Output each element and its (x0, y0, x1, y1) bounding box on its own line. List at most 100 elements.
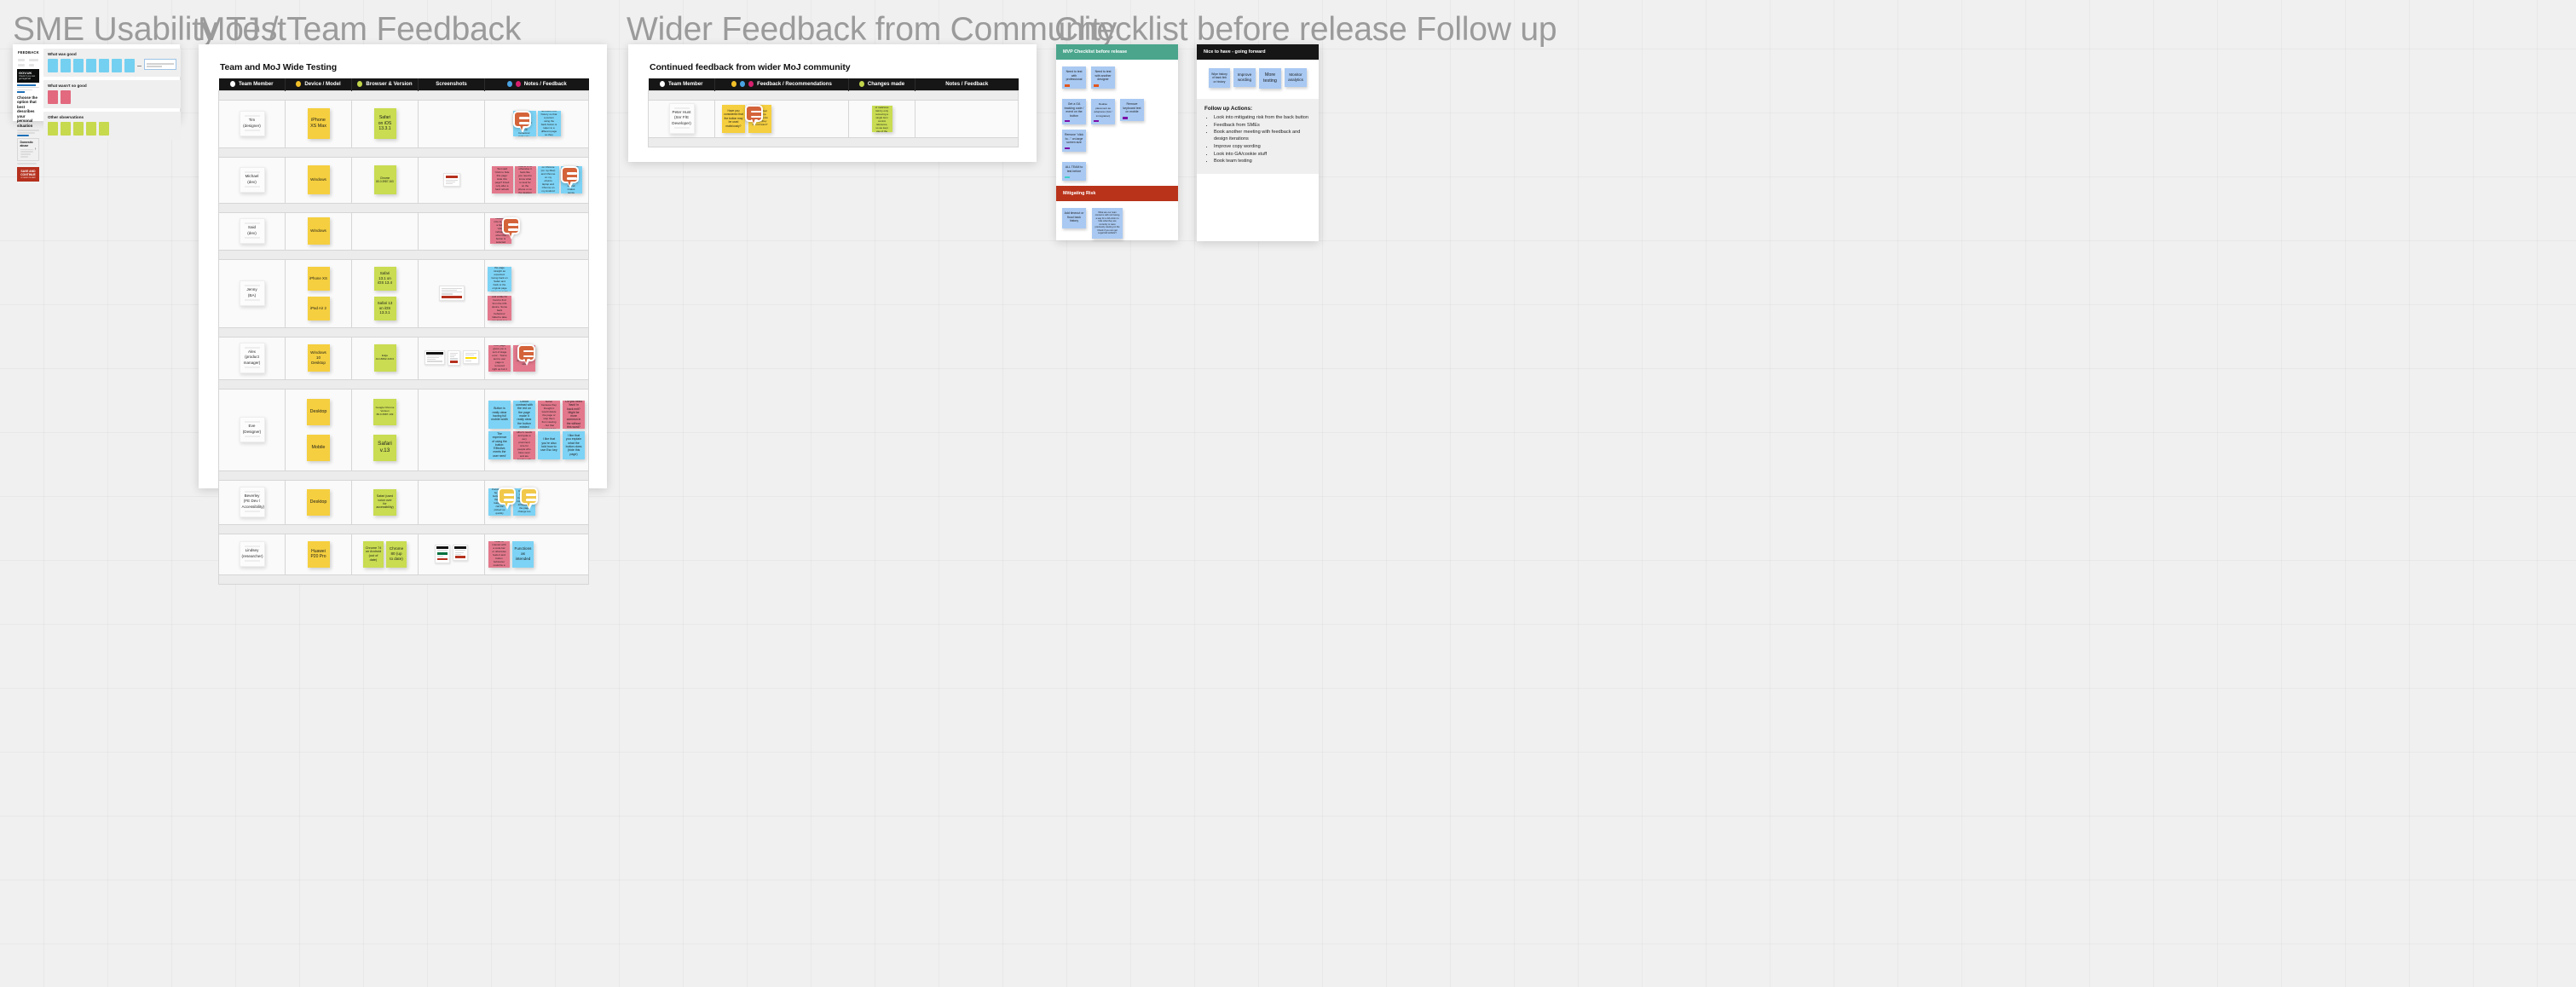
member-card[interactable]: Jenny (BA) (239, 280, 265, 307)
sticky-note[interactable]: iPhone XS/Safari took the page straight … (488, 266, 511, 291)
table-row[interactable]: Eve (Designer) Desktop Mobile Google Chr… (218, 388, 589, 471)
sticky-note[interactable]: Safari (used voice over for accessibilit… (373, 488, 396, 516)
sticky-note[interactable] (60, 122, 71, 136)
mitigating-risk-items[interactable]: Add timeout or flood back history What a… (1056, 201, 1178, 245)
cell-member[interactable]: Alex (product manager) (218, 336, 286, 380)
board-canvas[interactable]: SME Usability Test MoJ / Team Feedback W… (0, 0, 2576, 987)
sticky-note[interactable]: iPad Air 2 (307, 296, 330, 320)
sticky-note[interactable] (47, 90, 58, 104)
member-card[interactable]: Said (dev) (239, 217, 265, 245)
sticky-note[interactable]: Chrome 80 (up to date) (386, 540, 407, 568)
screenshot-thumb[interactable] (453, 545, 468, 562)
risk-sticky[interactable]: What are our main concerns with not havi… (1092, 207, 1123, 239)
cell-screenshots[interactable] (418, 336, 485, 380)
gov-save-button[interactable]: SAVE AND CONTINUE or return to start (17, 166, 39, 182)
sticky-note[interactable]: Hesitation that users were afraid to hit… (538, 400, 560, 429)
cell-notes[interactable]: Focus should be on the button when the p… (484, 479, 589, 525)
cell-member[interactable]: Peter Hunt (Snr F/E Developer) (648, 99, 715, 138)
comment-bubble-icon[interactable] (561, 166, 579, 188)
col-notes-feedback[interactable]: Notes / Feedback (915, 78, 1019, 90)
sme-note-strip[interactable] (47, 90, 176, 104)
nice-sticky[interactable]: Wipe history of back link or history (1209, 68, 1230, 89)
col-changes-made[interactable]: Changes made (848, 78, 915, 90)
sticky-note[interactable]: Button is really clear having full mobil… (488, 400, 511, 429)
member-card[interactable]: Eve (Designer) (239, 416, 265, 443)
cell-member[interactable]: Michael (dev) (218, 156, 286, 204)
cell-screenshots[interactable] (418, 99, 485, 148)
cell-device[interactable]: Desktop (285, 479, 352, 525)
cell-screenshots[interactable] (418, 156, 485, 204)
cell-member[interactable]: Jenny (BA) (218, 258, 286, 328)
cell-member[interactable]: Said (dev) (218, 211, 286, 251)
cell-browser[interactable]: Safari 13.1 on iOS 13.4 Safari 13 on iOS… (351, 258, 419, 328)
mvp-checklist-items[interactable]: Need to test with professional Need to t… (1056, 60, 1178, 186)
comment-bubble-icon[interactable] (745, 104, 763, 126)
cell-screenshots[interactable] (418, 211, 485, 251)
cell-member[interactable]: Eve (Designer) (218, 388, 286, 471)
sticky-note[interactable]: In this case by needs of other's needs a… (513, 430, 535, 459)
checklist-sticky[interactable]: Remove "click to..." on large screen siz… (1062, 129, 1086, 152)
sticky-note[interactable] (60, 59, 71, 72)
moj-testing-table[interactable]: Team Member Device / Model Browser & Ver… (218, 78, 589, 585)
member-card[interactable]: Alex (product manager) (239, 342, 265, 374)
sticky-note[interactable] (60, 90, 71, 104)
sticky-note[interactable]: Windows (307, 165, 330, 194)
sticky-note[interactable]: We lowered the amount of malicious risk … (871, 105, 892, 132)
cell-device[interactable]: iPhone XS Max (285, 99, 352, 148)
wider-table-body[interactable]: Peter Hunt (Snr F/E Developer) Have you … (648, 89, 1019, 147)
col-feedback-recommendations[interactable]: Feedback / Recommendations (714, 78, 849, 90)
sticky-note[interactable] (47, 122, 58, 136)
cell-browser[interactable]: Safari on iOS 13.3.1 (351, 99, 419, 148)
table-row[interactable]: Beverley (FE Dev / Accessibility) Deskto… (218, 479, 589, 525)
col-browser-version[interactable]: Browser & Version (351, 78, 419, 90)
sticky-note[interactable]: iPhone XS Max (307, 108, 330, 139)
col-team-member[interactable]: Team Member (218, 78, 286, 90)
table-row[interactable]: Said (dev) Windows Would be nice to have… (218, 211, 589, 251)
nice-to-have-card[interactable]: Nice to have - going forward Wipe histor… (1197, 44, 1319, 241)
screenshot-thumb[interactable] (435, 545, 450, 563)
cell-member[interactable]: Beverley (FE Dev / Accessibility) (218, 479, 286, 525)
checklist-sticky[interactable]: Need to test with professional (1062, 66, 1086, 89)
cell-screenshots[interactable] (418, 258, 485, 328)
screenshot-thumb[interactable] (424, 349, 445, 365)
cell-screenshots[interactable] (418, 479, 485, 525)
table-row[interactable]: Tim (designer) iPhone XS Max Safari on i… (218, 99, 589, 148)
member-card[interactable]: Tim (designer) (239, 110, 265, 137)
checklist-sticky[interactable]: Get a GA tracking code / event on the bu… (1062, 99, 1086, 124)
member-card[interactable]: Peter Hunt (Snr F/E Developer) (668, 102, 695, 135)
moj-team-feedback-card[interactable]: Team and MoJ Wide Testing Team Member De… (199, 44, 607, 585)
nice-sticky[interactable]: Monitor analytics (1285, 68, 1307, 87)
cell-browser[interactable]: Chrome 80.0.3987.163 (351, 156, 419, 204)
checklist-sticky[interactable]: Realise placement as adoptures (GA / imm… (1091, 99, 1115, 124)
cell-device[interactable]: Windows (285, 211, 352, 251)
cell-notes[interactable]: Would be nice to have a better visual in… (484, 211, 589, 251)
screenshot-thumb[interactable] (462, 349, 479, 364)
sticky-note[interactable]: Windows 10 Desktop (307, 344, 330, 372)
nice-to-have-notes[interactable]: Wipe history of back link or history Imp… (1197, 60, 1319, 99)
col-team-member[interactable]: Team Member (648, 78, 715, 90)
table-row[interactable]: Michael (dev) Windows Chrome 80.0.3987.1… (218, 156, 589, 204)
cell-device[interactable]: Huawei P20 Pro (285, 533, 352, 575)
cell-browser[interactable] (351, 211, 419, 251)
screenshot-thumb[interactable] (447, 349, 460, 367)
sticky-note[interactable]: Does still need to interact with a code … (488, 540, 510, 568)
sticky-note[interactable]: Huawei P20 Pro (307, 540, 330, 568)
sticky-note[interactable]: Desktop (307, 488, 330, 516)
member-card[interactable]: Lindsey (researcher) (239, 540, 265, 568)
nice-sticky[interactable]: Improve wording (1233, 68, 1256, 87)
sticky-note[interactable] (98, 122, 109, 136)
cell-notes[interactable] (915, 99, 1019, 138)
risk-sticky[interactable]: Add timeout or flood back history (1062, 207, 1086, 228)
sticky-note[interactable] (111, 59, 122, 72)
table-row[interactable]: Peter Hunt (Snr F/E Developer) Have you … (648, 99, 1019, 138)
wider-community-card[interactable]: Continued feedback from wider MoJ commun… (628, 44, 1037, 162)
cell-screenshots[interactable] (418, 533, 485, 575)
checklist-sticky[interactable]: ALL TEAM to test before (1062, 161, 1086, 181)
cell-browser[interactable]: Chrome 74 on Android (out of date) Chrom… (351, 533, 419, 575)
sticky-note[interactable]: Chrome 74 on Android (out of date) (363, 540, 384, 568)
sticky-note[interactable]: Have you considered that the button may … (722, 104, 745, 133)
sme-note-strip[interactable] (47, 122, 176, 136)
comment-bubble-icon[interactable] (520, 488, 538, 510)
screenshot-thumb[interactable] (442, 172, 460, 188)
checklist-sticky[interactable]: Need to test with another designer (1091, 66, 1115, 89)
